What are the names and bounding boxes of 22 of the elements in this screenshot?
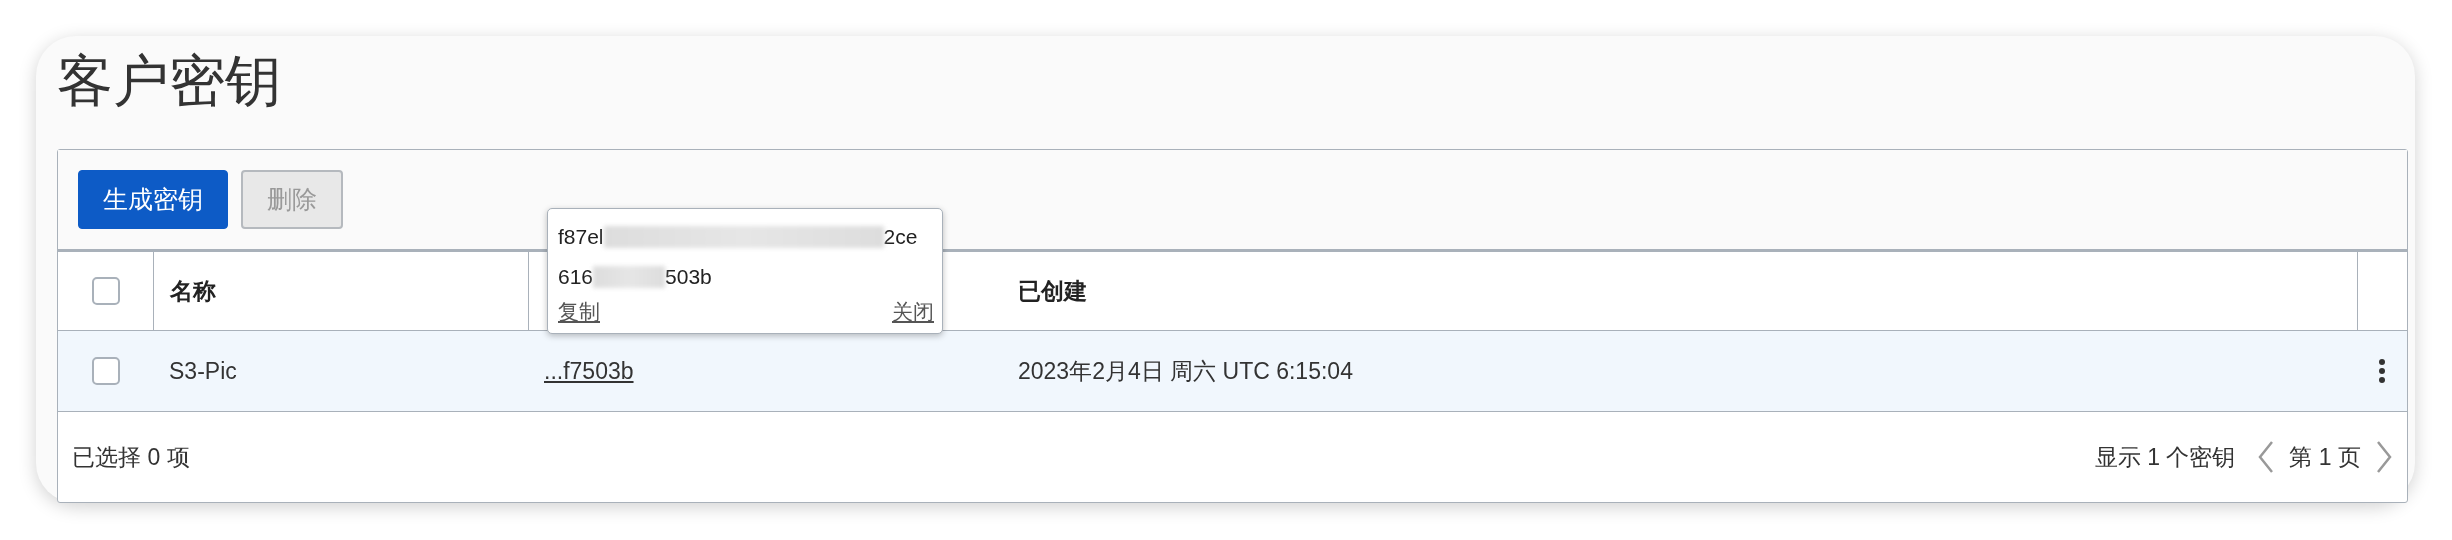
page-number: 第 1 页 (2289, 442, 2361, 472)
column-header: 已创建 (1018, 276, 1087, 306)
key-text: 2ce (883, 225, 918, 249)
selection-count: 已选择 0 项 (72, 442, 190, 472)
checkbox[interactable] (91, 357, 120, 385)
previous-page-icon[interactable] (2257, 440, 2276, 474)
item-count: 显示 1 个密钥 (2094, 442, 2236, 472)
more-actions-icon[interactable] (2378, 358, 2386, 384)
generate-key-button[interactable]: 生成密钥 (78, 170, 228, 229)
next-page-icon[interactable] (2375, 440, 2393, 474)
close-link[interactable]: 关闭 (892, 298, 934, 326)
table-cell: S3-Pic (169, 357, 237, 385)
table-cell-text: 2023年2月4日 周六 UTC 6:15:04 (1018, 356, 1353, 386)
page-title: 客户密钥 (57, 48, 282, 114)
column-header: 名称 (170, 276, 216, 306)
key-text: f87el (558, 225, 604, 249)
checkbox[interactable] (91, 277, 120, 305)
key-text: 503b (665, 265, 712, 289)
key-text: 616 (558, 265, 594, 289)
key-link[interactable]: ...f7503b (544, 357, 634, 385)
table-row[interactable]: S3-Pic ...f7503b 2023年2月4日 周六 UTC 6:15:04 (58, 331, 2407, 412)
copy-link[interactable]: 复制 (558, 298, 600, 326)
